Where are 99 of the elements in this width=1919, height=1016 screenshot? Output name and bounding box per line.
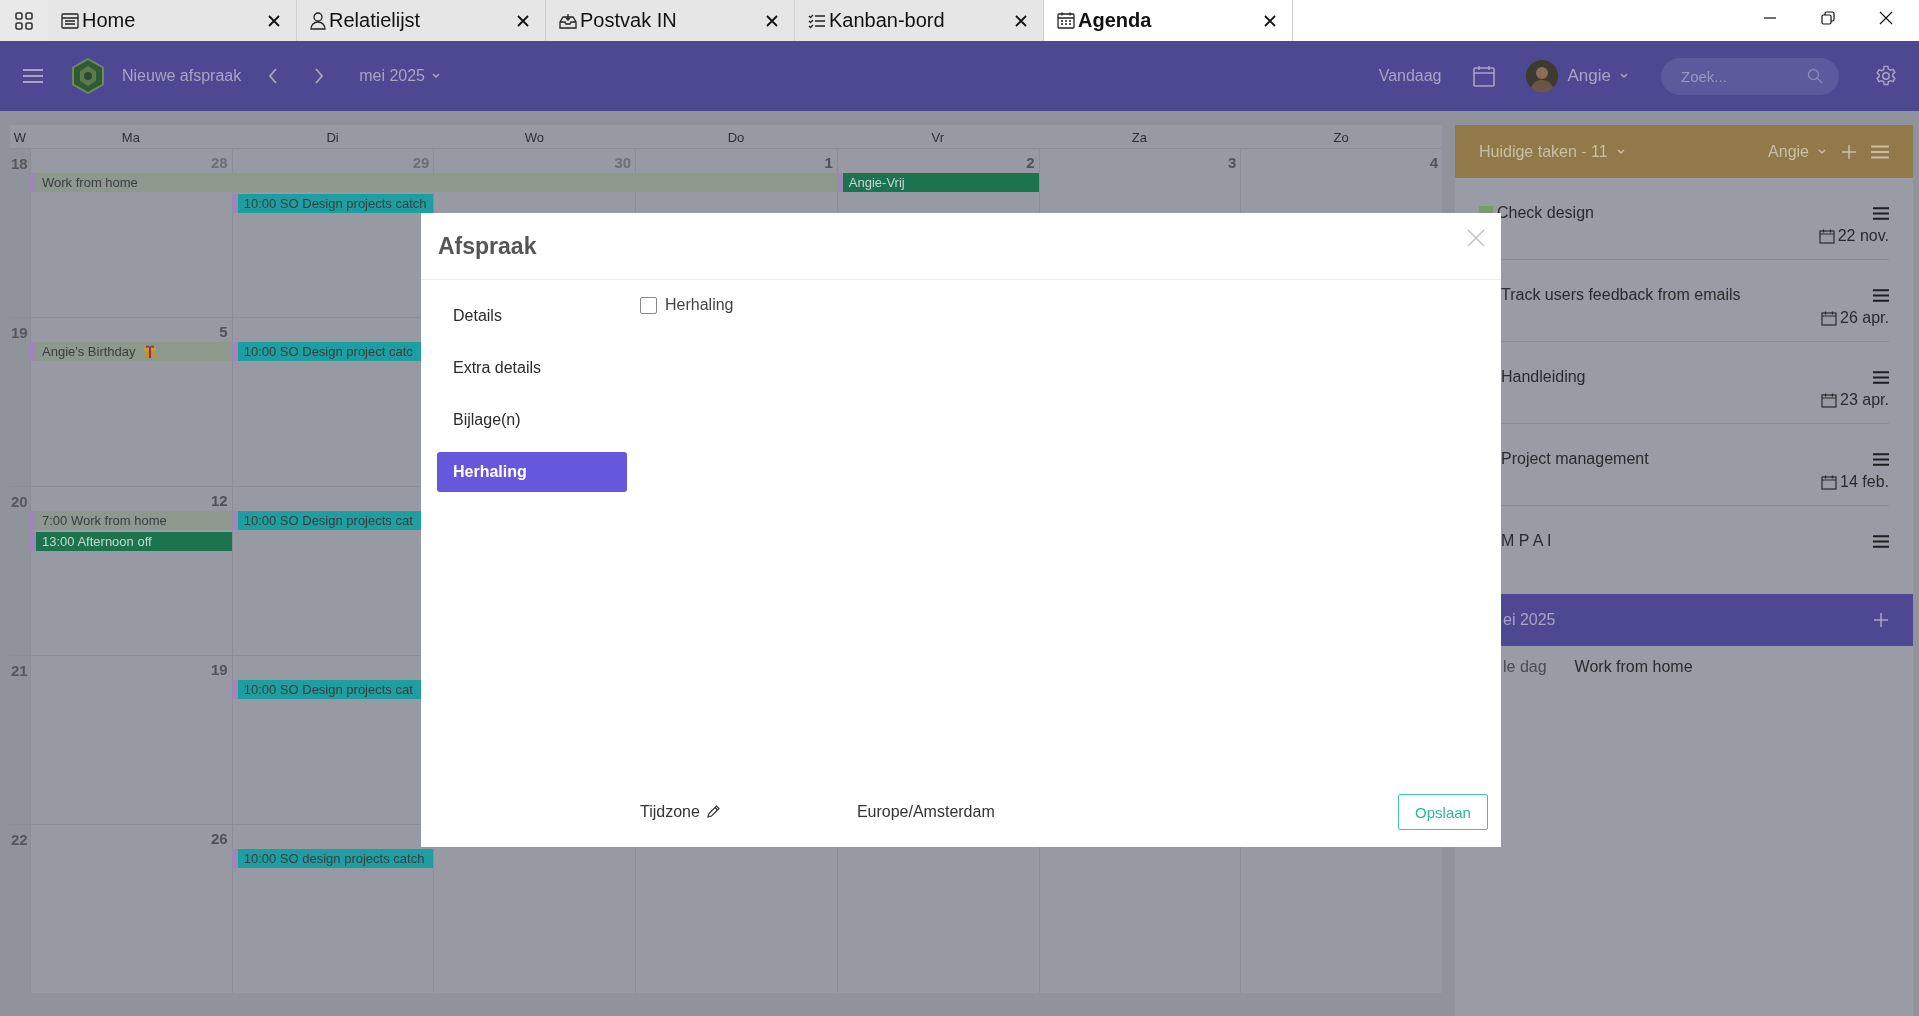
day-header: Ma	[120, 130, 141, 147]
search-field[interactable]: Zoek...	[1661, 57, 1839, 95]
close-icon[interactable]	[517, 14, 529, 27]
date-number: 26	[211, 829, 228, 847]
tab[interactable]: Kanban-bord	[795, 0, 1044, 41]
apps-button[interactable]	[0, 0, 48, 41]
checkbox[interactable]	[640, 296, 657, 314]
week-number: 22	[10, 830, 29, 848]
chevron-down-icon	[431, 72, 441, 80]
next-icon[interactable]	[313, 67, 326, 85]
new-appointment-link[interactable]: Nieuwe afspraak	[122, 67, 242, 85]
date-number: 4	[1429, 153, 1438, 171]
due-date: 23 apr.	[1840, 391, 1889, 409]
dialog-nav-item[interactable]: Extra details	[437, 348, 627, 388]
checklist-icon	[808, 12, 826, 29]
close-icon[interactable]	[268, 14, 280, 27]
calendar-icon	[1821, 474, 1838, 490]
event[interactable]: Angie's Birthday	[30, 342, 232, 361]
gift-icon	[143, 345, 156, 358]
week-number: 20	[10, 492, 29, 510]
event[interactable]: 10:00 SO Design projects catch	[231, 194, 434, 213]
list-icon	[61, 12, 79, 29]
dialog-nav-item[interactable]: Herhaling	[437, 452, 627, 492]
tab-label: Home	[82, 9, 137, 32]
due-date: 14 feb.	[1840, 473, 1889, 491]
timezone-label: Tijdzone	[640, 803, 700, 821]
previous-icon[interactable]	[267, 67, 280, 85]
close-icon[interactable]	[1264, 14, 1276, 27]
checkbox-label: Herhaling	[665, 296, 734, 314]
week-number: 18	[10, 154, 29, 172]
day-header: Za	[1130, 130, 1148, 147]
event[interactable]: 10:00 SO design projects catch	[231, 849, 434, 868]
calendar-icon[interactable]	[1471, 64, 1496, 88]
month-title: ei 2025	[1503, 611, 1556, 629]
timezone-value: Europe/Amsterdam	[856, 803, 995, 821]
tasks-dropdown[interactable]: Huidige taken - 11	[1479, 142, 1626, 161]
calendar-icon	[1818, 228, 1835, 244]
day-header: Di	[325, 130, 340, 147]
date-number: 19	[211, 660, 228, 678]
date-number: 1	[824, 153, 833, 171]
chevron-down-icon	[1619, 72, 1629, 80]
menu-icon[interactable]	[1873, 370, 1889, 384]
chevron-down-icon	[1817, 147, 1827, 156]
tab[interactable]: Postvak IN	[546, 0, 795, 41]
today-button[interactable]: Vandaag	[1378, 67, 1442, 85]
dialog-nav-item[interactable]: Details	[437, 296, 627, 336]
date-number: 3	[1227, 153, 1237, 171]
close-icon[interactable]	[766, 14, 778, 27]
menu-icon[interactable]	[1873, 288, 1889, 302]
date-number: 12	[211, 491, 228, 509]
menu-icon[interactable]	[23, 68, 43, 84]
event[interactable]: Angie-Vrij	[836, 173, 1039, 192]
tab-label: Agenda	[1078, 9, 1153, 32]
inbox-icon	[559, 12, 577, 29]
restore-icon[interactable]	[1821, 11, 1835, 25]
close-icon[interactable]	[1879, 11, 1893, 25]
week-number: 19	[10, 323, 29, 341]
menu-icon[interactable]	[1873, 206, 1889, 220]
day-header: Zo	[1332, 130, 1350, 147]
tab[interactable]: Home	[48, 0, 297, 41]
tab-label: Kanban-bord	[829, 9, 946, 32]
dialog-nav-item[interactable]: Bijlage(n)	[437, 400, 627, 440]
calendar-icon	[1057, 12, 1075, 29]
event[interactable]: 7:00 Work from home	[30, 511, 232, 530]
pencil-icon[interactable]	[705, 805, 720, 819]
close-icon[interactable]	[1015, 14, 1027, 27]
user-filter-dropdown[interactable]: Angie	[1768, 142, 1827, 161]
avatar[interactable]	[1525, 60, 1558, 92]
due-date: 26 apr.	[1840, 309, 1889, 327]
tab[interactable]: Relatielijst	[297, 0, 546, 41]
week-column-header: W	[12, 130, 28, 147]
calendar-icon	[1821, 310, 1838, 326]
day-header: Do	[726, 130, 746, 147]
event[interactable]: 13:00 Afternoon off	[30, 532, 232, 551]
tab-label: Postvak IN	[580, 9, 678, 32]
date-number: 2	[1026, 153, 1035, 171]
save-button[interactable]: Opslaan	[1398, 794, 1488, 830]
logo-icon	[71, 58, 105, 94]
menu-icon[interactable]	[1873, 534, 1889, 548]
week-number: 21	[10, 661, 29, 679]
due-date: 22 nov.	[1837, 227, 1889, 245]
dialog-title: Afspraak	[438, 232, 537, 260]
day-header: Wo	[523, 130, 545, 147]
calendar-icon	[1821, 392, 1838, 408]
chevron-down-icon	[1615, 147, 1626, 156]
event[interactable]: Work from home	[30, 173, 232, 192]
settings-icon[interactable]	[1875, 65, 1897, 87]
menu-icon[interactable]	[1873, 452, 1889, 466]
apps-icon	[15, 11, 33, 30]
time-label: le dag	[1503, 658, 1547, 676]
date-number: 5	[219, 322, 228, 340]
day-header: Vr	[930, 130, 945, 147]
task-title[interactable]: Check design	[1497, 204, 1594, 222]
person-icon	[310, 11, 326, 30]
tab-label: Relatielijst	[329, 9, 422, 32]
user-dropdown[interactable]: Angie	[1567, 66, 1629, 86]
add-icon[interactable]	[1873, 612, 1889, 628]
event-title[interactable]: Work from home	[1574, 658, 1693, 676]
month-dropdown[interactable]: mei 2025	[359, 67, 441, 85]
